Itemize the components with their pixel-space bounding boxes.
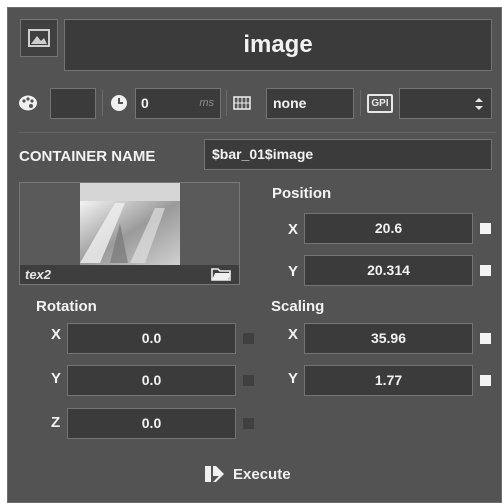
toolbar-divider [102, 90, 103, 116]
execute-icon [205, 466, 224, 482]
position-y-input[interactable]: 20.314 [304, 255, 473, 286]
rotation-z-lock-toggle[interactable] [243, 418, 254, 429]
position-y-lock-toggle[interactable] [480, 265, 491, 276]
container-name-value: $bar_01$image [212, 146, 314, 162]
scaling-y-lock-toggle[interactable] [480, 375, 491, 386]
execute-button[interactable]: Execute [204, 463, 314, 487]
position-x-lock-toggle[interactable] [480, 223, 491, 234]
position-y-label: Y [288, 263, 299, 280]
rotation-x-label: X [51, 326, 62, 343]
clock-icon [111, 95, 127, 111]
time-input[interactable]: 0 ms [135, 88, 221, 119]
scaling-y-label: Y [288, 370, 299, 387]
image-type-button[interactable] [20, 19, 58, 57]
scaling-x-label: X [288, 326, 299, 343]
rotation-x-input[interactable]: 0.0 [67, 323, 236, 354]
title-field[interactable]: image [64, 19, 492, 71]
divider [18, 132, 496, 133]
palette-icon[interactable] [18, 94, 38, 112]
rotation-z-value: 0.0 [141, 415, 162, 431]
toolbar-divider [226, 90, 227, 116]
position-x-value: 20.6 [374, 220, 403, 236]
gpi-label: GPI [371, 98, 389, 109]
time-unit: ms [199, 97, 214, 109]
rotation-y-label: Y [51, 370, 62, 387]
color-swatch[interactable] [50, 88, 96, 119]
scaling-x-value: 35.96 [370, 330, 407, 346]
image-icon [28, 29, 50, 47]
time-value: 0 [141, 95, 149, 111]
page-title: image [243, 31, 313, 58]
texture-name: tex2 [25, 267, 52, 282]
grid-icon [233, 96, 251, 110]
scaling-x-input[interactable]: 35.96 [304, 323, 473, 354]
container-name-input[interactable]: $bar_01$image [204, 139, 492, 170]
gpi-dropdown[interactable] [399, 88, 492, 119]
execute-label: Execute [233, 466, 291, 483]
rotation-x-value: 0.0 [141, 330, 162, 346]
format-select[interactable]: none [266, 88, 354, 119]
position-x-input[interactable]: 20.6 [304, 213, 473, 244]
position-y-value: 20.314 [367, 262, 410, 278]
scaling-y-input[interactable]: 1.77 [304, 365, 473, 396]
scaling-label: Scaling [271, 298, 325, 315]
rotation-z-label: Z [51, 414, 61, 431]
gpi-icon: GPI [367, 94, 393, 113]
position-x-label: X [288, 221, 299, 238]
position-label: Position [272, 185, 332, 202]
rotation-label: Rotation [36, 298, 97, 315]
scaling-y-value: 1.77 [374, 372, 403, 388]
texture-preview[interactable]: tex2 [19, 182, 240, 285]
folder-icon[interactable] [211, 267, 231, 281]
rotation-y-lock-toggle[interactable] [243, 375, 254, 386]
rotation-z-input[interactable]: 0.0 [67, 408, 236, 439]
container-name-label: CONTAINER NAME [19, 148, 156, 165]
rotation-y-value: 0.0 [141, 372, 162, 388]
up-down-arrow-icon [475, 98, 483, 110]
format-value: none [273, 95, 307, 111]
properties-panel: image 0 ms none GPI CONTAINER NAME $bar_… [7, 7, 502, 503]
toolbar-divider [360, 90, 361, 116]
scaling-x-lock-toggle[interactable] [480, 333, 491, 344]
rotation-y-input[interactable]: 0.0 [67, 365, 236, 396]
rotation-x-lock-toggle[interactable] [243, 333, 254, 344]
texture-thumbnail [20, 183, 239, 284]
